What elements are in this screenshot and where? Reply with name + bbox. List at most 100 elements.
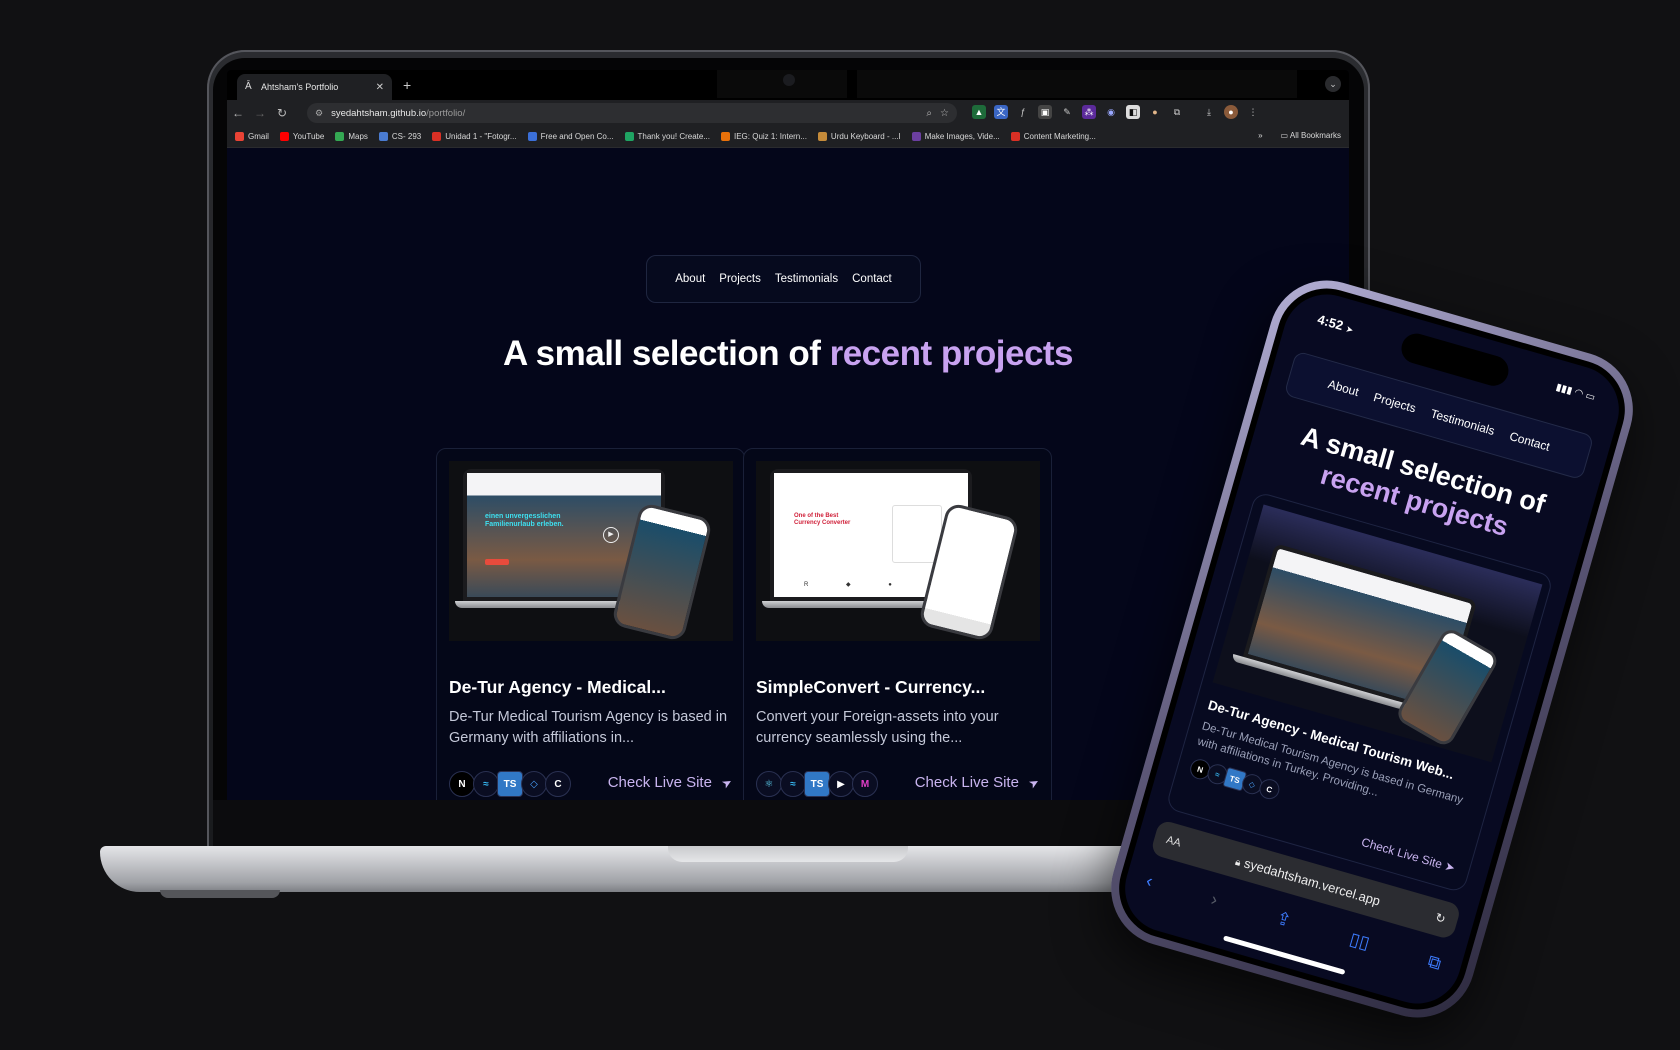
cta-label: Check Live Site: [914, 774, 1019, 791]
bookmark-label: Free and Open Co...: [540, 132, 614, 141]
bookmark-item[interactable]: Make Images, Vide...: [911, 132, 1000, 141]
bookmarks-overflow-icon[interactable]: »: [1258, 131, 1262, 140]
bookmark-item[interactable]: IEG: Quiz 1: Intern...: [721, 132, 807, 141]
bookmark-favicon-icon: [1010, 132, 1020, 141]
address-bar[interactable]: ⚙ syedahtsham.github.io/portfolio/ ⌕ ☆: [307, 103, 957, 123]
nav-testimonials[interactable]: Testimonials: [1429, 406, 1496, 438]
bookmark-item[interactable]: Unidad 1 - "Fotogr...: [432, 132, 517, 141]
bookmark-item[interactable]: Urdu Keyboard - ...ا: [817, 132, 901, 141]
tailwind-icon: ≈: [473, 771, 499, 797]
check-live-site-link[interactable]: Check Live Site ➤: [608, 773, 735, 792]
site-nav: About Projects Testimonials Contact: [646, 255, 921, 303]
font-extension-icon[interactable]: ƒ: [1016, 105, 1030, 119]
url-path: /portfolio/: [426, 107, 466, 119]
three-js-icon: ◇: [521, 771, 547, 797]
bookmark-label: Gmail: [248, 132, 269, 141]
bookmark-favicon-icon: [378, 132, 388, 141]
site-info-icon[interactable]: ⚙: [315, 108, 323, 119]
thumbnail-cta: [485, 559, 509, 565]
nav-contact[interactable]: Contact: [852, 273, 892, 285]
extension-icon[interactable]: ●: [1148, 105, 1162, 119]
url-host: syedahtsham.github.io: [331, 107, 427, 119]
bookmark-item[interactable]: Content Marketing...: [1010, 132, 1096, 141]
send-arrow-icon: ➤: [719, 773, 735, 792]
nav-projects[interactable]: Projects: [1372, 390, 1418, 415]
browser-tab[interactable]: Ā Ahtsham's Portfolio ✕: [237, 74, 392, 100]
zoom-icon[interactable]: ⌕: [926, 108, 932, 119]
framer-motion-icon: ▶: [828, 771, 854, 797]
browser-menu-icon[interactable]: ⋮: [1246, 105, 1260, 119]
forward-icon[interactable]: →: [249, 106, 271, 120]
bookmark-label: Unidad 1 - "Fotogr...: [445, 132, 517, 141]
reload-icon[interactable]: ↻: [271, 106, 293, 120]
extension-icon[interactable]: ▲: [972, 105, 986, 119]
clerk-icon: C: [545, 771, 571, 797]
extension-icon[interactable]: ⁂: [1082, 105, 1096, 119]
page-headline: A small selection of recent projects: [227, 334, 1349, 374]
nav-projects[interactable]: Projects: [719, 273, 761, 285]
back-icon[interactable]: ←: [227, 106, 249, 120]
signal-icon: ▮▮▮: [1554, 381, 1574, 397]
laptop-camera: [783, 74, 795, 86]
react-icon: ⚛: [756, 771, 782, 797]
bookmark-item[interactable]: Thank you! Create...: [624, 132, 710, 141]
bookmark-label: Thank you! Create...: [637, 132, 710, 141]
status-time: 4:52 ➤: [1316, 312, 1356, 337]
bookmark-item[interactable]: YouTube: [279, 132, 324, 141]
project-thumbnail: einen unvergesslichen Familienurlaub erl…: [449, 461, 733, 641]
tech-stack: N ≈ TS ◇ C: [449, 771, 571, 797]
bookmark-item[interactable]: Free and Open Co...: [527, 132, 614, 141]
reader-settings-button[interactable]: AA: [1165, 834, 1182, 850]
puzzle-extensions-icon[interactable]: ⧉: [1170, 105, 1184, 119]
tailwind-icon: ≈: [780, 771, 806, 797]
tab-title: Ahtsham's Portfolio: [261, 82, 339, 92]
new-tab-icon[interactable]: +: [403, 77, 411, 93]
thumb-headline: One of the Best Currency Converter: [794, 513, 851, 526]
bookmark-item[interactable]: Maps: [335, 132, 368, 141]
extensions-row: ▲ 文 ƒ ▣ ✎ ⁂ ◉ ◧ ● ⧉ ⤓ ● ⋮: [972, 105, 1260, 119]
bookmark-star-icon[interactable]: ☆: [940, 108, 949, 119]
project-title[interactable]: SimpleConvert - Currency...: [756, 677, 985, 698]
bookmark-item[interactable]: Gmail: [235, 132, 269, 141]
bookmarks-icon[interactable]: ▯▯: [1347, 929, 1372, 955]
project-card[interactable]: einen unvergesslichen Familienurlaub erl…: [436, 448, 745, 800]
nav-about[interactable]: About: [675, 273, 705, 285]
eyedropper-extension-icon[interactable]: ✎: [1060, 105, 1074, 119]
bookmark-favicon-icon: [527, 132, 537, 141]
bookmark-label: IEG: Quiz 1: Intern...: [734, 132, 807, 141]
nav-about[interactable]: About: [1326, 377, 1360, 399]
tabstrip-spacer: [717, 70, 847, 98]
nav-testimonials[interactable]: Testimonials: [775, 273, 838, 285]
extension-icon[interactable]: ◧: [1126, 105, 1140, 119]
laptop-foot: [160, 890, 280, 898]
project-card[interactable]: One of the Best Currency Converter R ◆ ●…: [743, 448, 1052, 800]
bookmark-item[interactable]: CS- 293: [378, 132, 421, 141]
share-icon[interactable]: ⇪: [1273, 907, 1294, 931]
status-time-value: 4:52: [1315, 311, 1346, 334]
tabs-icon[interactable]: ⧉: [1425, 951, 1444, 975]
close-tab-icon[interactable]: ✕: [376, 82, 384, 93]
bookmarks-bar: Gmail YouTube Maps CS- 293 Unidad 1 - "Fotog…: [227, 126, 1349, 148]
all-bookmarks-folder[interactable]: ▭ All Bookmarks: [1281, 131, 1341, 140]
all-bookmarks-label: All Bookmarks: [1289, 131, 1341, 140]
translate-extension-icon[interactable]: 文: [994, 105, 1008, 119]
tab-search-icon[interactable]: ⌄: [1325, 76, 1341, 92]
battery-icon: ▭: [1584, 390, 1597, 404]
profile-avatar[interactable]: ●: [1224, 105, 1238, 119]
nav-contact[interactable]: Contact: [1508, 429, 1552, 454]
window-extension-icon[interactable]: ▣: [1038, 105, 1052, 119]
check-live-site-link[interactable]: Check Live Site ➤: [1360, 835, 1457, 875]
bookmark-favicon-icon: [335, 132, 345, 141]
forward-icon[interactable]: ›: [1209, 889, 1220, 911]
reload-icon[interactable]: ↻: [1434, 910, 1448, 926]
back-icon[interactable]: ‹: [1144, 870, 1155, 892]
project-title[interactable]: De-Tur Agency - Medical...: [449, 677, 666, 698]
send-arrow-icon: ➤: [1443, 858, 1457, 876]
phone-project-card[interactable]: De-Tur Agency - Medical Tourism Web... D…: [1165, 490, 1555, 894]
bookmark-favicon-icon: [432, 132, 442, 141]
check-live-site-link[interactable]: Check Live Site ➤: [914, 774, 1042, 791]
download-icon[interactable]: ⤓: [1202, 105, 1216, 119]
bookmark-label: Maps: [348, 132, 368, 141]
ghost-extension-icon[interactable]: ◉: [1104, 105, 1118, 119]
typescript-icon: TS: [804, 771, 830, 797]
